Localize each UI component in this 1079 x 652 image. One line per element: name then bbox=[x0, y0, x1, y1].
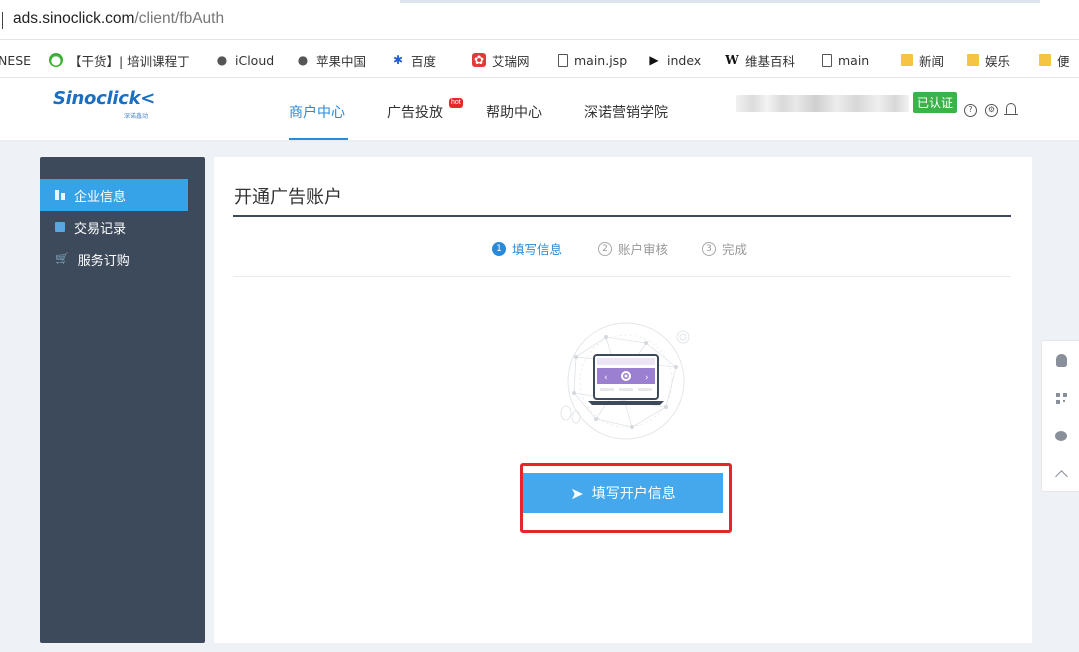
logo-subtext: 深诺鑫动 bbox=[124, 113, 149, 120]
svg-text:‹: ‹ bbox=[604, 373, 608, 383]
bookmark-label: 艾瑞网 bbox=[492, 53, 530, 69]
sidebar-item-label: 服务订购 bbox=[77, 253, 130, 269]
qr-code-icon bbox=[1055, 392, 1067, 404]
chat-icon bbox=[1055, 431, 1067, 441]
bookmark-label: index bbox=[667, 52, 702, 68]
qq-button[interactable] bbox=[1042, 341, 1079, 379]
bookmark-label: 便 bbox=[1057, 53, 1070, 69]
folder-icon bbox=[901, 54, 913, 66]
sidebar-item-label: 企业信息 bbox=[74, 189, 127, 205]
red-highlight-box bbox=[520, 463, 732, 533]
bookmark-label: 【干货】| 培训课程丁 bbox=[69, 53, 190, 69]
sidebar-item-label: 交易记录 bbox=[74, 221, 127, 237]
logo-wordmark: Sinoclick bbox=[53, 88, 141, 109]
step-label: 完成 bbox=[722, 242, 748, 257]
bookmark-nese[interactable]: NESE bbox=[0, 51, 31, 69]
cart-icon: 🛒 bbox=[55, 252, 69, 265]
step-fill-info: 1 填写信息 bbox=[492, 239, 562, 258]
document-icon bbox=[822, 53, 832, 67]
bookmark-folder-entertainment[interactable]: 娱乐 bbox=[967, 51, 1010, 69]
bookmark-label: 新闻 bbox=[919, 53, 945, 69]
bookmark-folder-more[interactable]: 便 bbox=[1039, 51, 1070, 69]
building-icon bbox=[55, 190, 65, 200]
document-icon bbox=[55, 222, 65, 232]
nav-ad-delivery[interactable]: 广告投放 bbox=[387, 102, 443, 122]
page-title: 开通广告账户 bbox=[234, 187, 342, 208]
bookmark-label: 苹果中国 bbox=[316, 53, 367, 69]
qq-icon bbox=[1055, 353, 1067, 367]
visual-studio-icon: ▶ bbox=[649, 53, 659, 67]
bookmark-label: main.jsp bbox=[574, 52, 628, 68]
bookmark-icloud[interactable]: ● iCloud bbox=[215, 51, 274, 69]
step-label: 填写信息 bbox=[512, 242, 563, 257]
nav-help-center[interactable]: 帮助中心 bbox=[486, 102, 542, 122]
iresearch-icon: ✿ bbox=[472, 53, 486, 67]
sidebar: 企业信息 交易记录 🛒 服务订购 bbox=[40, 157, 205, 643]
chat-button[interactable] bbox=[1042, 417, 1079, 455]
url-host: ads.sinoclick.com bbox=[13, 10, 135, 27]
step-label: 账户审核 bbox=[618, 242, 669, 257]
wechat-icon: ● bbox=[49, 53, 63, 67]
step-account-review: 2 账户审核 bbox=[598, 239, 668, 258]
document-icon bbox=[558, 53, 568, 67]
steps-divider bbox=[233, 276, 1011, 277]
step-number: 2 bbox=[598, 241, 612, 256]
sidebar-item-service-orders[interactable]: 🛒 服务订购 bbox=[40, 243, 188, 275]
step-indicator: 1 填写信息 2 账户审核 3 完成 bbox=[214, 239, 1032, 259]
nav-marketing-academy[interactable]: 深诺营销学院 bbox=[584, 102, 668, 122]
url-path: /client/fbAuth bbox=[134, 10, 225, 27]
bookmark-index[interactable]: ▶ index bbox=[647, 51, 701, 69]
back-to-top-button[interactable] bbox=[1042, 455, 1079, 493]
chevron-up-icon bbox=[1054, 470, 1068, 483]
sidebar-item-transactions[interactable]: 交易记录 bbox=[40, 211, 188, 243]
nav-merchant-center[interactable]: 商户中心 bbox=[289, 102, 345, 122]
bookmark-label: iCloud bbox=[235, 52, 275, 68]
hot-badge: hot bbox=[449, 98, 463, 108]
bookmark-main-jsp[interactable]: main.jsp bbox=[558, 51, 627, 69]
floating-toolbar bbox=[1041, 340, 1079, 492]
svg-text:›: › bbox=[645, 373, 649, 383]
title-divider bbox=[233, 215, 1011, 217]
address-bar[interactable]: ads.sinoclick.com/client/fbAuth bbox=[0, 0, 1079, 40]
baidu-paw-icon: ✱ bbox=[392, 53, 404, 67]
bookmark-wikipedia[interactable]: W 维基百科 bbox=[725, 51, 795, 69]
apple-icon: ● bbox=[297, 53, 309, 67]
tab-strip-edge bbox=[400, 0, 1040, 3]
sidebar-item-company-info[interactable]: 企业信息 bbox=[40, 179, 188, 211]
settings-icon[interactable]: ⚙ bbox=[985, 104, 998, 117]
bookmark-label: 百度 bbox=[411, 53, 437, 69]
nav-active-underline bbox=[289, 138, 348, 140]
sinoclick-logo[interactable]: Sinoclick< 深诺鑫动 bbox=[53, 88, 156, 120]
bookmark-label: NESE bbox=[0, 52, 32, 68]
help-icon[interactable]: ? bbox=[964, 104, 977, 117]
step-complete: 3 完成 bbox=[702, 239, 747, 258]
main-panel: 开通广告账户 1 填写信息 2 账户审核 3 完成 ‹ › ➤ 填写开户信息 bbox=[214, 157, 1032, 643]
text-caret bbox=[2, 12, 3, 29]
wikipedia-icon: W bbox=[725, 53, 739, 67]
folder-icon bbox=[1039, 54, 1051, 66]
qr-code-button[interactable] bbox=[1042, 379, 1079, 417]
bookmark-baidu[interactable]: ✱ 百度 bbox=[391, 51, 436, 69]
bookmarks-bar: NESE ● 【干货】| 培训课程丁 ● iCloud ● 苹果中国 ✱ 百度 ✿ 艾瑞网… bbox=[0, 40, 1079, 78]
bookmark-label: 维基百科 bbox=[745, 53, 796, 69]
bell-icon[interactable] bbox=[1004, 103, 1018, 115]
url-text[interactable]: ads.sinoclick.com/client/fbAuth bbox=[13, 10, 224, 28]
bookmark-iresearch[interactable]: ✿ 艾瑞网 bbox=[472, 51, 530, 69]
verified-badge: 已认证 bbox=[913, 92, 958, 113]
step-number: 1 bbox=[492, 241, 506, 256]
logo-mark: < bbox=[140, 88, 156, 109]
bookmark-folder-news[interactable]: 新闻 bbox=[901, 51, 944, 69]
bookmark-label: main bbox=[838, 52, 870, 68]
apple-icon: ● bbox=[216, 53, 228, 67]
bookmark-label: 娱乐 bbox=[985, 53, 1011, 69]
laptop-globe-illustration: ‹ › bbox=[560, 322, 690, 440]
bookmark-wechat-article[interactable]: ● 【干货】| 培训课程丁 bbox=[49, 51, 190, 69]
account-name-redacted[interactable] bbox=[736, 95, 909, 112]
site-header: Sinoclick< 深诺鑫动 商户中心 广告投放 hot 帮助中心 深诺营销学… bbox=[0, 78, 1079, 140]
step-number: 3 bbox=[702, 241, 716, 256]
bookmark-main[interactable]: main bbox=[822, 51, 869, 69]
folder-icon bbox=[967, 54, 979, 66]
bookmark-apple-china[interactable]: ● 苹果中国 bbox=[296, 51, 366, 69]
